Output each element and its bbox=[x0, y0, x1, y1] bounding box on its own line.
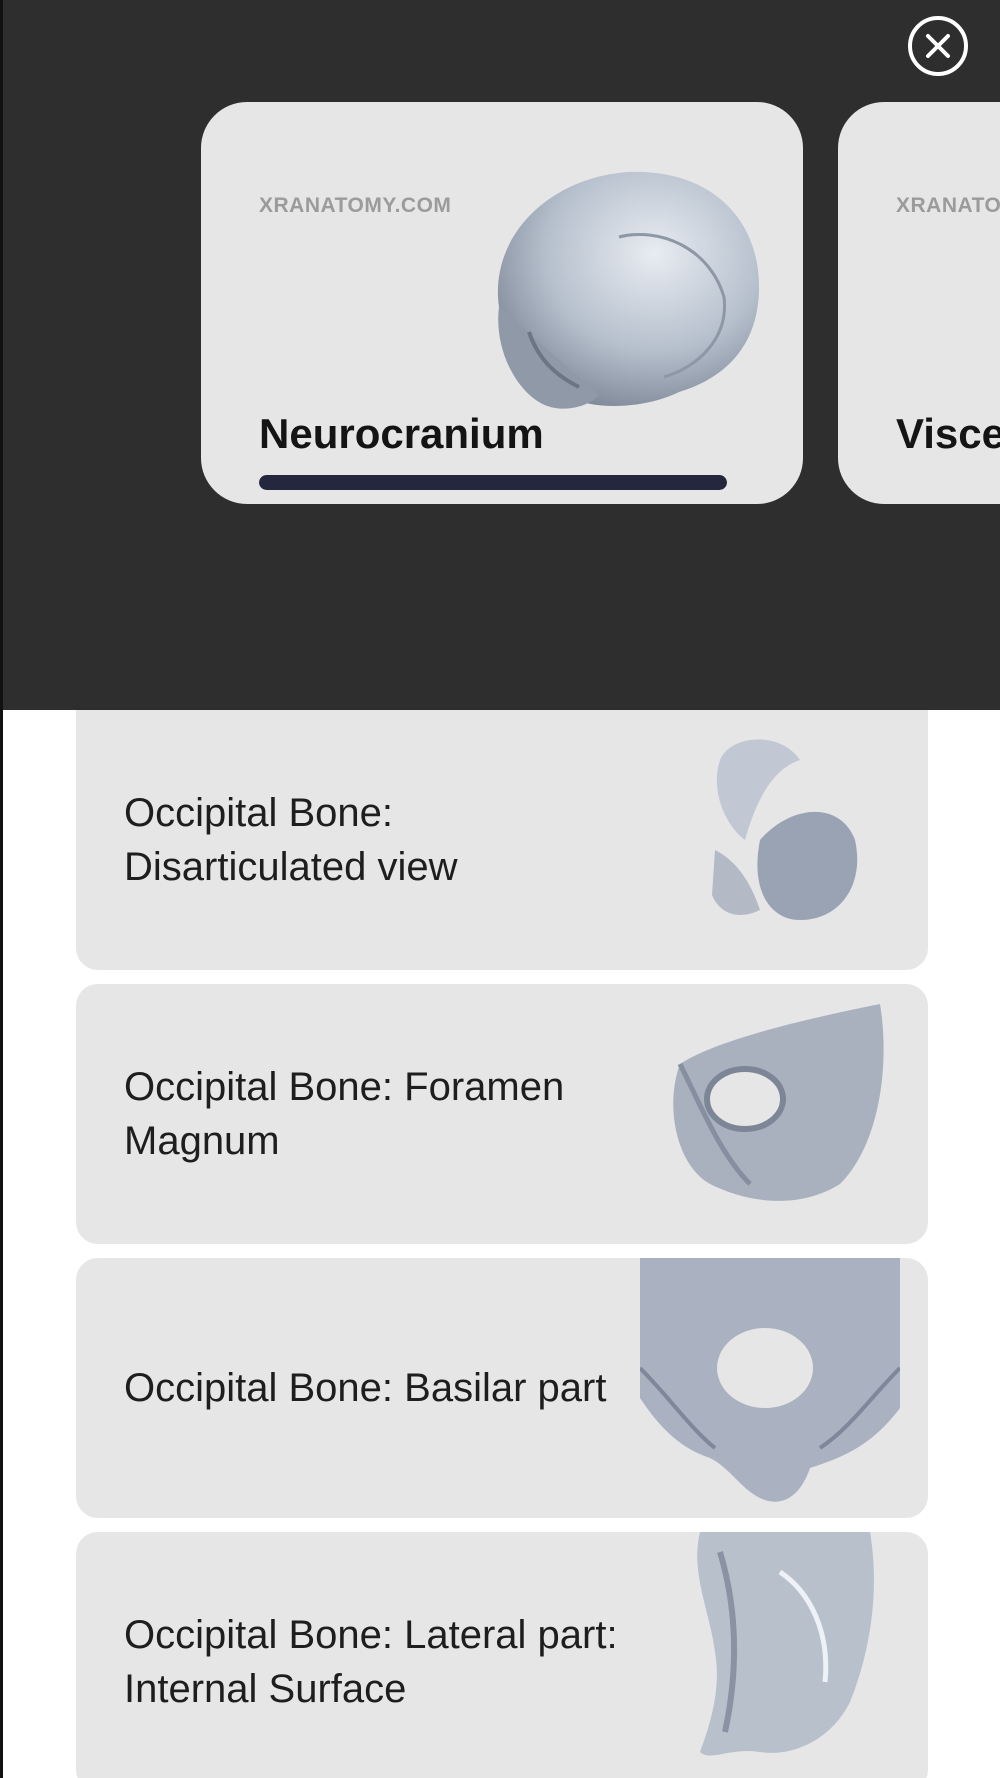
item-label: Occipital Bone: Foramen Magnum bbox=[124, 1065, 565, 1163]
list-item[interactable]: Occipital Bone: Lateral part: Internal S… bbox=[76, 1532, 928, 1778]
list-item[interactable]: Occipital Bone: Disarticulated view bbox=[76, 710, 928, 970]
card-title: Neurocranium bbox=[259, 410, 544, 457]
left-edge-divider bbox=[0, 0, 3, 1778]
card-brand: XRANATO bbox=[896, 194, 1000, 217]
header-panel: XRANATOMY.COM Neurocranium XRANATO Visce bbox=[0, 0, 1000, 710]
item-label: Occipital Bone: Disarticulated view bbox=[124, 791, 458, 889]
skull-image bbox=[497, 171, 759, 409]
card-title: Visce bbox=[896, 410, 1000, 457]
occipital-disarticulated-image bbox=[712, 739, 858, 920]
foramen-magnum-image bbox=[673, 1004, 884, 1201]
progress-fill bbox=[259, 475, 727, 490]
close-icon bbox=[926, 34, 950, 58]
list-item[interactable]: Occipital Bone: Foramen Magnum bbox=[76, 984, 928, 1244]
lateral-part-internal-surface-image bbox=[697, 1532, 874, 1756]
close-button[interactable] bbox=[908, 16, 968, 76]
item-label: Occipital Bone: Lateral part: Internal S… bbox=[124, 1613, 618, 1711]
category-card-viscerocranium[interactable]: XRANATO Visce bbox=[838, 102, 1000, 504]
category-card-neurocranium[interactable]: XRANATOMY.COM Neurocranium bbox=[201, 102, 803, 504]
topic-list: Occipital Bone: Disarticulated view Occi… bbox=[76, 710, 928, 1778]
progress-bar bbox=[259, 475, 727, 490]
basilar-part-image bbox=[640, 1258, 900, 1502]
card-brand: XRANATOMY.COM bbox=[259, 194, 452, 217]
item-label: Occipital Bone: Basilar part bbox=[124, 1366, 607, 1410]
list-item[interactable]: Occipital Bone: Basilar part bbox=[76, 1258, 928, 1518]
